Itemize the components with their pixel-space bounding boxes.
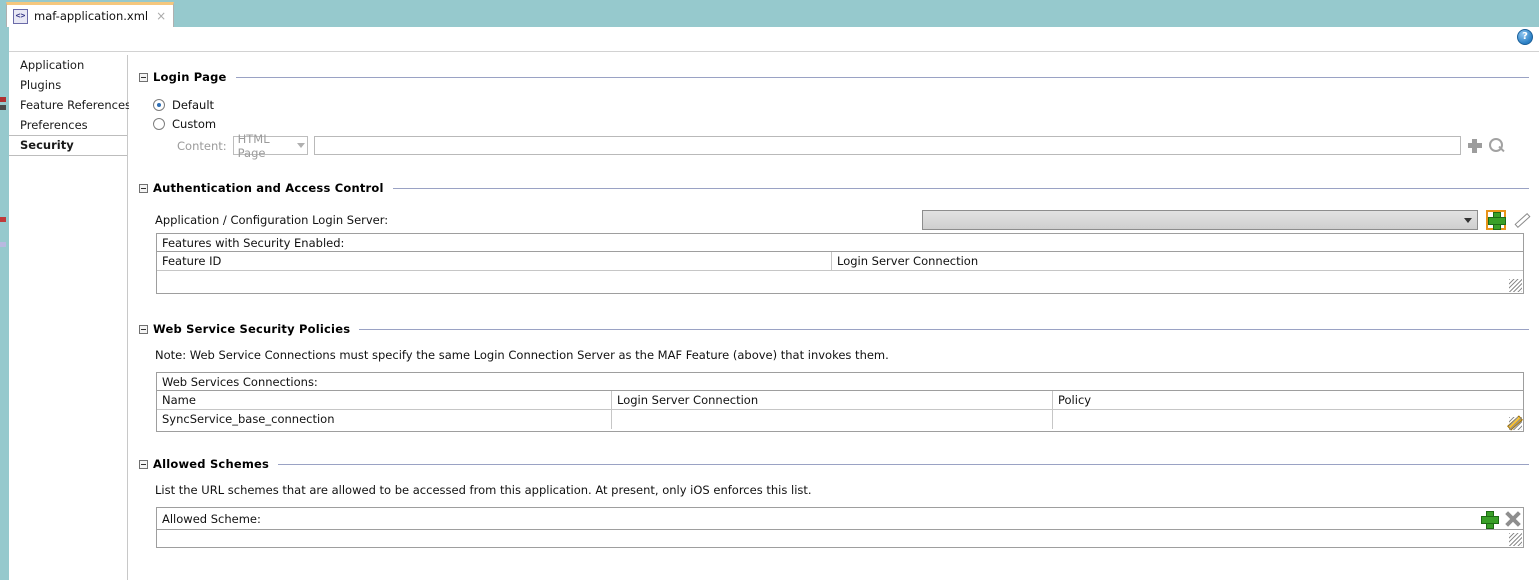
cell-policy[interactable] [1053,410,1523,429]
edge-marker [0,242,6,247]
column-header-login-server-connection[interactable]: Login Server Connection [612,391,1053,409]
allowed-scheme-list-empty[interactable] [157,530,1523,547]
sidebar-item-security[interactable]: Security [9,135,127,156]
cell-login-server-connection[interactable] [612,410,1053,429]
close-icon[interactable]: × [156,10,166,22]
features-panel-title: Features with Security Enabled: [157,234,1523,252]
sidebar-item-plugins[interactable]: Plugins [9,75,127,95]
login-server-row: Application / Configuration Login Server… [155,210,1529,230]
allowed-scheme-header-row: Allowed Scheme: [157,508,1523,530]
resize-grip[interactable] [1509,533,1522,546]
radio-custom-icon[interactable] [153,118,165,130]
content-label: Content: [177,138,227,153]
editor-tab-strip: <> maf-application.xml × [0,0,1539,27]
resize-grip[interactable] [1509,417,1522,430]
sidebar-item-preferences[interactable]: Preferences [9,115,127,135]
login-server-label: Application / Configuration Login Server… [155,213,389,227]
column-header-policy[interactable]: Policy [1053,391,1523,409]
sidebar-item-feature-references[interactable]: Feature References [9,95,131,115]
plus-icon[interactable] [1467,138,1483,154]
collapse-icon[interactable] [139,324,148,334]
edge-marker [0,105,6,110]
login-server-select[interactable] [922,210,1478,230]
xml-file-icon: <> [13,8,28,24]
collapse-icon[interactable] [139,183,148,193]
section-title: Web Service Security Policies [153,322,351,336]
edge-marker [0,217,6,222]
login-page-custom-option[interactable]: Custom [153,117,216,131]
content-type-select[interactable]: HTML Page [232,132,308,160]
cell-name: SyncService_base_connection [157,410,612,429]
web-services-connections-panel: Web Services Connections: Name Login Ser… [156,372,1524,432]
content-path-input[interactable] [313,136,1461,155]
login-page-default-option[interactable]: Default [153,98,214,112]
magnifier-icon[interactable] [1488,137,1505,154]
pencil-icon[interactable] [1513,212,1529,228]
section-allowed-schemes-header: Allowed Schemes [139,457,1529,471]
section-web-service-header: Web Service Security Policies [139,322,1529,336]
web-service-note: Note: Web Service Connections must speci… [155,348,889,362]
web-services-table-header: Name Login Server Connection Policy [157,391,1523,410]
section-divider [359,328,1529,330]
resize-grip[interactable] [1509,279,1522,292]
x-delete-icon[interactable] [1504,511,1520,527]
content-type-value: HTML Page [237,131,270,160]
section-title: Allowed Schemes [153,457,270,471]
toolbar-divider [9,51,1539,52]
editor-edge-strip [0,27,9,580]
plus-icon[interactable] [1481,510,1499,529]
column-header-feature-id[interactable]: Feature ID [157,252,832,270]
maf-application-editor: <> maf-application.xml × ? Application P… [0,0,1539,580]
chevron-down-icon [296,143,305,148]
web-services-panel-title: Web Services Connections: [157,373,1523,391]
radio-default-icon[interactable] [153,99,165,111]
allowed-scheme-panel: Allowed Scheme: [156,507,1524,548]
collapse-icon[interactable] [139,459,148,469]
column-header-name[interactable]: Name [157,391,612,409]
section-divider [392,187,1529,189]
table-row[interactable]: SyncService_base_connection [157,410,1523,429]
chevron-down-icon [1464,217,1472,223]
features-table-body-empty [157,271,1523,292]
help-icon[interactable]: ? [1517,29,1533,45]
radio-default-label: Default [172,98,215,112]
security-settings-panel: Login Page Default Custom Content: HTML … [129,55,1539,580]
allowed-scheme-title: Allowed Scheme: [162,511,261,526]
section-divider [278,463,1529,465]
features-with-security-panel: Features with Security Enabled: Feature … [156,233,1524,294]
section-login-page-header: Login Page [139,70,1529,84]
column-header-login-server-connection[interactable]: Login Server Connection [832,252,1523,270]
features-table-header: Feature ID Login Server Connection [157,252,1523,271]
section-title: Authentication and Access Control [153,181,384,195]
section-divider [235,76,1529,78]
section-title: Login Page [153,70,227,84]
edge-marker [0,97,6,102]
radio-custom-label: Custom [172,117,217,131]
section-authentication-header: Authentication and Access Control [139,181,1529,195]
allowed-schemes-description: List the URL schemes that are allowed to… [155,483,812,497]
plus-icon[interactable] [1486,210,1506,230]
tab-maf-application-xml[interactable]: <> maf-application.xml × [6,2,175,27]
editor-navigation-list: Application Plugins Feature References P… [9,55,131,580]
collapse-icon[interactable] [139,72,148,82]
login-page-content-row: Content: HTML Page [177,132,1529,160]
tab-label: maf-application.xml [34,9,149,23]
sidebar-item-application[interactable]: Application [9,55,127,75]
